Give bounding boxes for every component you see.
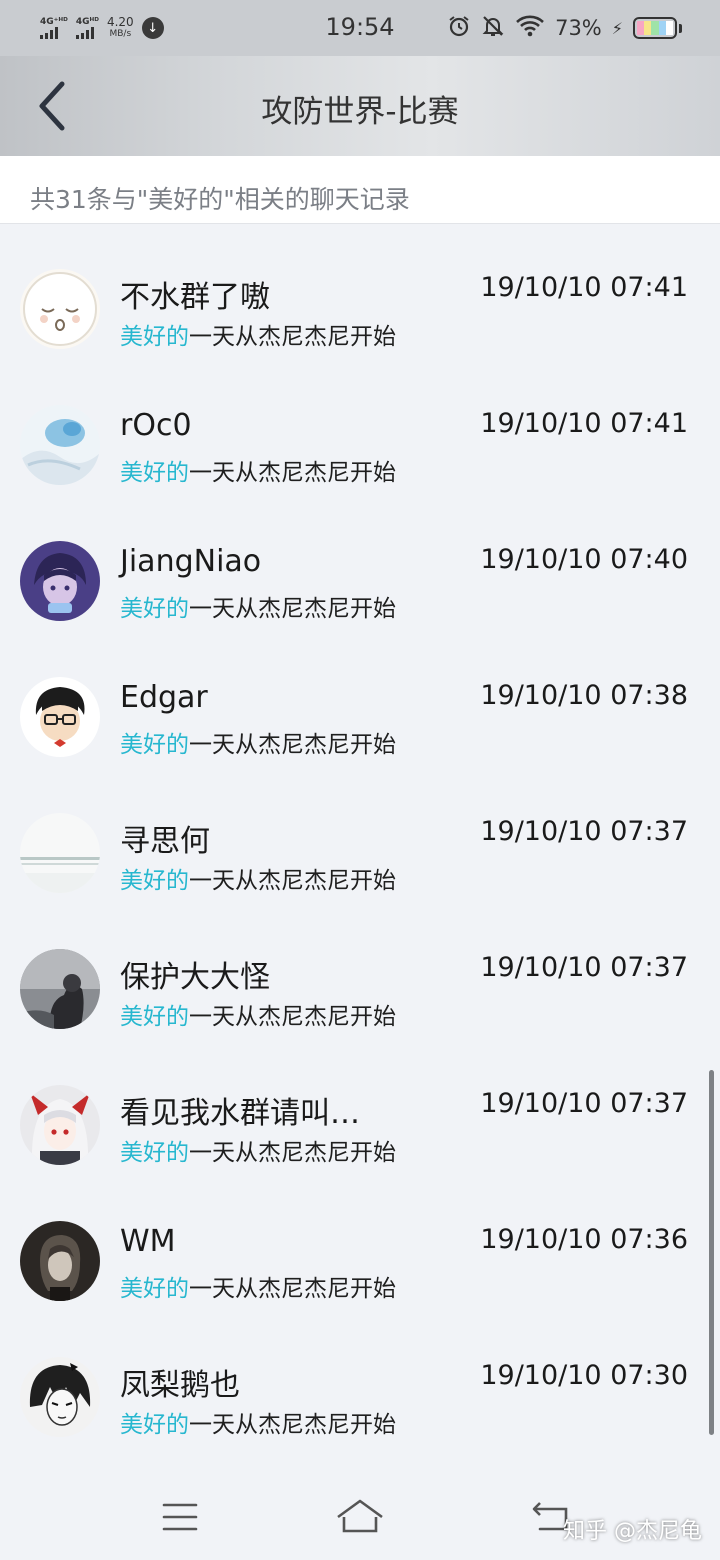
contact-name: 寻思何 — [120, 824, 210, 859]
list-item[interactable]: 看见我水群请叫… 19/10/10 07:37 美好的一天从杰尼杰尼开始 — [0, 1040, 720, 1176]
avatar — [20, 1085, 100, 1165]
avatar — [20, 949, 100, 1029]
avatar — [20, 813, 100, 893]
battery-percent: 73% — [555, 16, 602, 40]
scrollbar[interactable] — [709, 1070, 714, 1435]
message-time: 19/10/10 07:37 — [480, 952, 688, 983]
menu-button[interactable] — [150, 1495, 210, 1539]
message-time: 19/10/10 07:37 — [480, 816, 688, 847]
home-button[interactable] — [330, 1495, 390, 1539]
list-item[interactable]: 保护大大怪 19/10/10 07:37 美好的一天从杰尼杰尼开始 — [0, 904, 720, 1040]
keyword-highlight: 美好的 — [120, 868, 189, 894]
contact-name: 保护大大怪 — [120, 960, 270, 995]
list-item[interactable]: JiangNiao 19/10/10 07:40 美好的一天从杰尼杰尼开始 — [0, 496, 720, 632]
message-time: 19/10/10 07:38 — [480, 680, 688, 711]
battery-icon — [633, 17, 677, 39]
avatar — [20, 269, 100, 349]
snippet-text: 一天从杰尼杰尼开始 — [189, 1276, 396, 1302]
list-item[interactable]: WM 19/10/10 07:36 美好的一天从杰尼杰尼开始 — [0, 1176, 720, 1312]
alarm-icon — [447, 14, 471, 43]
avatar — [20, 1221, 100, 1301]
avatar — [20, 677, 100, 757]
message-snippet: 美好的一天从杰尼杰尼开始 — [120, 861, 396, 895]
charging-icon: ⚡ — [611, 18, 623, 38]
list-item[interactable]: Edgar 19/10/10 07:38 美好的一天从杰尼杰尼开始 — [0, 632, 720, 768]
keyword-highlight: 美好的 — [120, 460, 189, 486]
contact-name: 不水群了嗷 — [120, 280, 270, 315]
message-time: 19/10/10 07:41 — [480, 408, 688, 439]
list-item[interactable]: 寻思何 19/10/10 07:37 美好的一天从杰尼杰尼开始 — [0, 768, 720, 904]
avatar — [20, 405, 100, 485]
page-title: 攻防世界-比赛 — [261, 94, 459, 130]
avatar — [20, 1357, 100, 1437]
message-time: 19/10/10 07:40 — [480, 544, 688, 575]
search-summary-text: 共31条与"美好的"相关的聊天记录 — [30, 185, 410, 214]
menu-icon — [162, 1503, 198, 1531]
mute-icon — [481, 14, 505, 43]
result-list: 不水群了嗷 19/10/10 07:41 美好的一天从杰尼杰尼开始 rOc0 1… — [0, 224, 720, 1448]
status-right: 73% ⚡ — [447, 12, 682, 44]
status-bar: 4G⁺ᴴᴰ 4Gᴴᴰ 4.20 MB/s ↓ 19:54 73% ⚡ — [0, 0, 720, 56]
keyword-highlight: 美好的 — [120, 596, 189, 622]
message-snippet: 美好的一天从杰尼杰尼开始 — [120, 1269, 396, 1303]
message-time: 19/10/10 07:41 — [480, 272, 688, 303]
message-snippet: 美好的一天从杰尼杰尼开始 — [120, 453, 396, 487]
keyword-highlight: 美好的 — [120, 324, 189, 350]
wifi-icon — [515, 14, 545, 43]
contact-name: rOc0 — [120, 408, 192, 443]
message-time: 19/10/10 07:37 — [480, 1088, 688, 1119]
message-time: 19/10/10 07:30 — [480, 1360, 688, 1391]
title-bar: 攻防世界-比赛 — [0, 56, 720, 156]
list-item[interactable]: 不水群了嗷 19/10/10 07:41 美好的一天从杰尼杰尼开始 — [0, 224, 720, 360]
contact-name: JiangNiao — [120, 544, 262, 579]
message-snippet: 美好的一天从杰尼杰尼开始 — [120, 1405, 396, 1439]
message-snippet: 美好的一天从杰尼杰尼开始 — [120, 1133, 396, 1167]
contact-name: 凤梨鹅也 — [120, 1368, 240, 1403]
avatar — [20, 541, 100, 621]
message-time: 19/10/10 07:36 — [480, 1224, 688, 1255]
message-snippet: 美好的一天从杰尼杰尼开始 — [120, 317, 396, 351]
keyword-highlight: 美好的 — [120, 1004, 189, 1030]
snippet-text: 一天从杰尼杰尼开始 — [189, 460, 396, 486]
contact-name: 看见我水群请叫… — [120, 1096, 360, 1131]
list-item[interactable]: rOc0 19/10/10 07:41 美好的一天从杰尼杰尼开始 — [0, 360, 720, 496]
search-summary: 共31条与"美好的"相关的聊天记录 — [0, 156, 720, 224]
snippet-text: 一天从杰尼杰尼开始 — [189, 868, 396, 894]
message-snippet: 美好的一天从杰尼杰尼开始 — [120, 589, 396, 623]
keyword-highlight: 美好的 — [120, 1412, 189, 1438]
message-snippet: 美好的一天从杰尼杰尼开始 — [120, 997, 396, 1031]
contact-name: WM — [120, 1224, 176, 1259]
keyword-highlight: 美好的 — [120, 1276, 189, 1302]
snippet-text: 一天从杰尼杰尼开始 — [189, 732, 396, 758]
snippet-text: 一天从杰尼杰尼开始 — [189, 596, 396, 622]
keyword-highlight: 美好的 — [120, 1140, 189, 1166]
home-icon — [337, 1499, 383, 1533]
message-snippet: 美好的一天从杰尼杰尼开始 — [120, 725, 396, 759]
snippet-text: 一天从杰尼杰尼开始 — [189, 1412, 396, 1438]
watermark: 知乎 @杰尼龟 — [563, 1519, 702, 1544]
list-item[interactable]: 凤梨鹅也 19/10/10 07:30 美好的一天从杰尼杰尼开始 — [0, 1312, 720, 1448]
snippet-text: 一天从杰尼杰尼开始 — [189, 1140, 396, 1166]
snippet-text: 一天从杰尼杰尼开始 — [189, 324, 396, 350]
contact-name: Edgar — [120, 680, 208, 715]
snippet-text: 一天从杰尼杰尼开始 — [189, 1004, 396, 1030]
keyword-highlight: 美好的 — [120, 732, 189, 758]
